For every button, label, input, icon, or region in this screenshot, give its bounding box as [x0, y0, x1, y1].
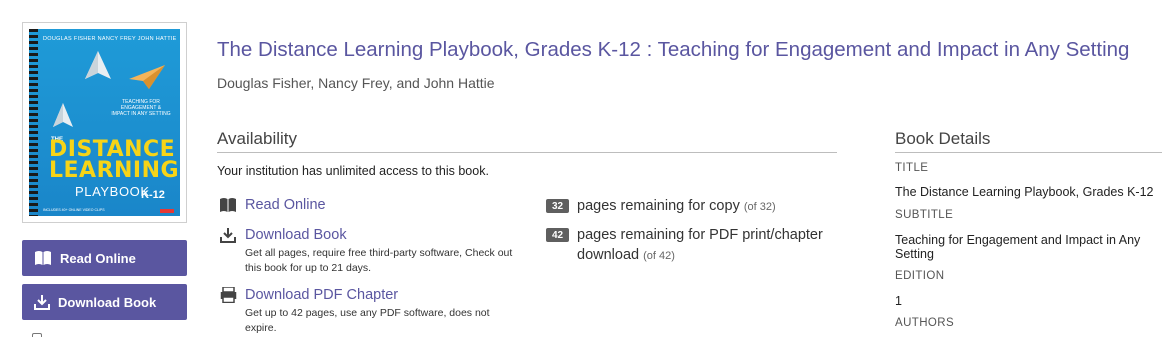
download-book-description: Get all pages, require free third-party …: [245, 247, 513, 274]
book-details-heading: Book Details: [895, 129, 1162, 153]
cover-playbook: PLAYBOOK: [75, 184, 150, 199]
book-authors: Douglas Fisher, Nancy Frey, and John Hat…: [217, 75, 495, 91]
pdf-icon: [219, 286, 237, 304]
cover-title: DISTANCE LEARNING: [49, 137, 180, 183]
availability-heading: Availability: [217, 129, 837, 153]
pdf-quota-label: pages remaining for PDF print/chapter do…: [577, 227, 823, 263]
download-icon: [219, 226, 237, 244]
cover-grades: K-12: [141, 189, 165, 201]
cover-subtitle: TEACHING FOR ENGAGEMENT & IMPACT IN ANY …: [111, 99, 171, 117]
copy-quota-label: pages remaining for copy: [577, 198, 740, 214]
read-online-button-label: Read Online: [60, 250, 136, 266]
download-pdf-chapter-link[interactable]: Download PDF Chapter: [245, 287, 398, 303]
download-pdf-chapter-description: Get up to 42 pages, use any PDF software…: [245, 307, 490, 334]
book-title[interactable]: The Distance Learning Playbook, Grades K…: [217, 38, 1129, 62]
pdf-quota-total: (of 42): [643, 250, 675, 262]
download-book-button[interactable]: Download Book: [22, 284, 187, 320]
copy-count-badge: 32: [546, 199, 569, 213]
option-download-book: Download Book Get all pages, require fre…: [219, 226, 515, 276]
cover-title-line2: LEARNING: [49, 158, 180, 183]
publisher-logo: [160, 209, 174, 213]
copy-quota-total: (of 32): [743, 201, 776, 213]
paper-plane-orange-icon: [129, 65, 165, 89]
read-online-link[interactable]: Read Online: [245, 197, 326, 213]
pdf-quota-text: pages remaining for PDF print/chapter do…: [577, 225, 837, 266]
option-download-pdf-chapter: Download PDF Chapter Get up to 42 pages,…: [219, 286, 515, 336]
download-book-link[interactable]: Download Book: [245, 227, 347, 243]
pdf-count-badge: 42: [546, 228, 569, 242]
book-open-icon: [219, 196, 237, 214]
paper-plane-small-icon: [53, 103, 73, 127]
download-icon: [34, 295, 50, 310]
pdf-quota: 42 pages remaining for PDF print/chapter…: [546, 225, 837, 266]
detail-edition-value: 1: [895, 294, 902, 308]
detail-subtitle-value: Teaching for Engagement and Impact in An…: [895, 233, 1141, 261]
detail-authors-label: AUTHORS: [895, 317, 955, 329]
cover-title-line1: DISTANCE: [49, 137, 176, 162]
detail-subtitle-label: SUBTITLE: [895, 209, 954, 221]
book-open-icon: [35, 251, 51, 265]
copy-quota: 32 pages remaining for copy (of 32): [546, 196, 837, 217]
spiral-binding: [29, 29, 38, 216]
copy-quota-text: pages remaining for copy (of 32): [577, 196, 837, 217]
option-read-online: Read Online: [219, 196, 326, 214]
download-book-button-label: Download Book: [58, 294, 157, 310]
detail-title-value: The Distance Learning Playbook, Grades K…: [895, 185, 1154, 199]
book-cover[interactable]: DOUGLAS FISHER NANCY FREY JOHN HATTIE TE…: [22, 22, 187, 223]
cover-footer: INCLUDES 40+ ONLINE VIDEO CLIPS: [43, 208, 105, 212]
detail-edition-label: EDITION: [895, 270, 945, 282]
detail-title-label: TITLE: [895, 162, 929, 174]
book-cover-image: DOUGLAS FISHER NANCY FREY JOHN HATTIE TE…: [29, 29, 180, 216]
read-online-button[interactable]: Read Online: [22, 240, 187, 276]
more-actions-icon[interactable]: [32, 333, 42, 337]
paper-plane-icon: [85, 51, 111, 79]
access-note: Your institution has unlimited access to…: [217, 164, 489, 178]
cover-authors: DOUGLAS FISHER NANCY FREY JOHN HATTIE: [43, 36, 177, 42]
